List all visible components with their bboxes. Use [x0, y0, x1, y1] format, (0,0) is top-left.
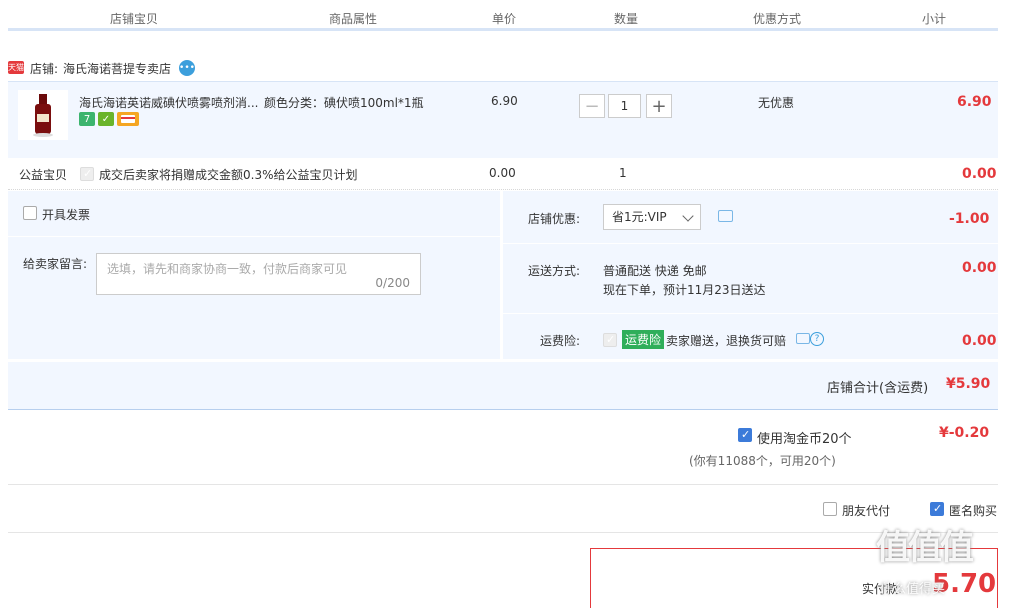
coins-checkbox[interactable]: [738, 428, 752, 442]
quantity-input[interactable]: 1: [608, 94, 641, 118]
total-divider: [8, 409, 998, 410]
invoice-checkbox[interactable]: [23, 206, 37, 220]
quantity-decrease-button[interactable]: −: [579, 94, 605, 118]
shipping-divider: [503, 313, 998, 314]
insurance-tag: 运费险: [622, 330, 665, 349]
coins-note: (你有11088个，可用20个): [689, 454, 836, 468]
help-icon[interactable]: ?: [810, 332, 824, 346]
header-shop-item: 店铺宝贝: [110, 12, 159, 26]
invoice-divider: [8, 236, 500, 237]
message-textarea[interactable]: 选填，请先和商家协商一致，付款后商家可见 0/200: [96, 253, 421, 295]
insurance-message-icon[interactable]: [796, 333, 810, 344]
shop-total-amount: ¥5.90: [946, 376, 991, 392]
shop-discount-select[interactable]: 省1元:VIP: [603, 204, 701, 230]
insurance-amount: 0.00: [962, 333, 997, 349]
product-title[interactable]: 海氏海诺英诺威碘伏喷雾喷剂消...: [79, 94, 258, 111]
shop-total-label: 店铺合计(含运费): [827, 381, 929, 396]
shipping-eta: 现在下单，预计11月23日送达: [603, 283, 766, 297]
friend-pay-label: 朋友代付: [842, 504, 891, 518]
shipping-amount: 0.00: [962, 260, 997, 276]
shop-discount-amount: -1.00: [949, 211, 990, 227]
product-attribute: 颜色分类：碘伏喷100ml*1瓶: [264, 96, 424, 110]
friend-pay-checkbox[interactable]: [823, 502, 837, 516]
shipping-label: 运送方式:: [528, 264, 581, 278]
charity-divider: [8, 189, 998, 190]
shipping-method: 普通配送 快递 免邮: [603, 264, 707, 278]
product-thumbnail[interactable]: [18, 90, 68, 140]
shop-discount-label: 店铺优惠:: [528, 212, 581, 226]
charity-label: 公益宝贝: [19, 168, 68, 182]
header-underline: [8, 28, 998, 31]
watermark-subtext: 什么值得买: [880, 582, 946, 597]
tmall-badge: 天猫: [8, 61, 24, 74]
message-placeholder: 选填，请先和商家协商一致，付款后商家可见: [107, 262, 348, 276]
invoice-label: 开具发票: [42, 208, 91, 222]
anonymous-label: 匿名购买: [949, 504, 998, 518]
message-counter: 0/200: [375, 276, 410, 290]
header-discount: 优惠方式: [753, 12, 802, 26]
message-label: 给卖家留言:: [23, 257, 88, 271]
guarantee-icon: ✓: [98, 112, 114, 126]
coins-amount: ¥-0.20: [939, 425, 990, 441]
insurance-checkbox: [603, 333, 617, 347]
coins-label: 使用淘金币20个: [757, 432, 852, 447]
coins-divider: [8, 484, 998, 485]
header-attributes: 商品属性: [329, 12, 378, 26]
insurance-label: 运费险:: [540, 334, 581, 348]
header-quantity: 数量: [614, 12, 639, 26]
product-price: 6.90: [491, 94, 518, 108]
bottle-image: [33, 94, 53, 137]
credit-card-icon: [117, 112, 139, 126]
shop-label: 店铺:: [30, 62, 59, 76]
charity-quantity: 1: [619, 166, 627, 180]
watermark-logo: 值值值: [876, 528, 974, 568]
charity-price: 0.00: [489, 166, 516, 180]
product-discount: 无优惠: [758, 96, 795, 110]
header-price: 单价: [492, 12, 517, 26]
panel-separator: [500, 191, 503, 359]
chat-icon[interactable]: •••: [179, 60, 195, 76]
charity-subtotal: 0.00: [962, 166, 997, 182]
chevron-down-icon: [682, 210, 694, 222]
discount-divider: [503, 243, 998, 244]
quantity-increase-button[interactable]: +: [646, 94, 672, 118]
header-subtotal: 小计: [922, 12, 947, 26]
insurance-text: 卖家赠送，退换货可赔: [666, 334, 787, 348]
shop-name[interactable]: 海氏海诺菩提专卖店: [63, 60, 171, 77]
shop-discount-selected: 省1元:VIP: [612, 210, 667, 224]
seven-day-return-icon: 7: [79, 112, 95, 126]
product-tags: 7 ✓: [79, 112, 139, 126]
anonymous-checkbox[interactable]: [930, 502, 944, 516]
options-divider: [8, 532, 998, 533]
charity-text: 成交后卖家将捐赠成交金额0.3%给公益宝贝计划: [99, 168, 358, 182]
message-bubble-icon[interactable]: [718, 210, 733, 222]
product-subtotal: 6.90: [957, 94, 992, 110]
charity-checkbox: [80, 167, 94, 181]
